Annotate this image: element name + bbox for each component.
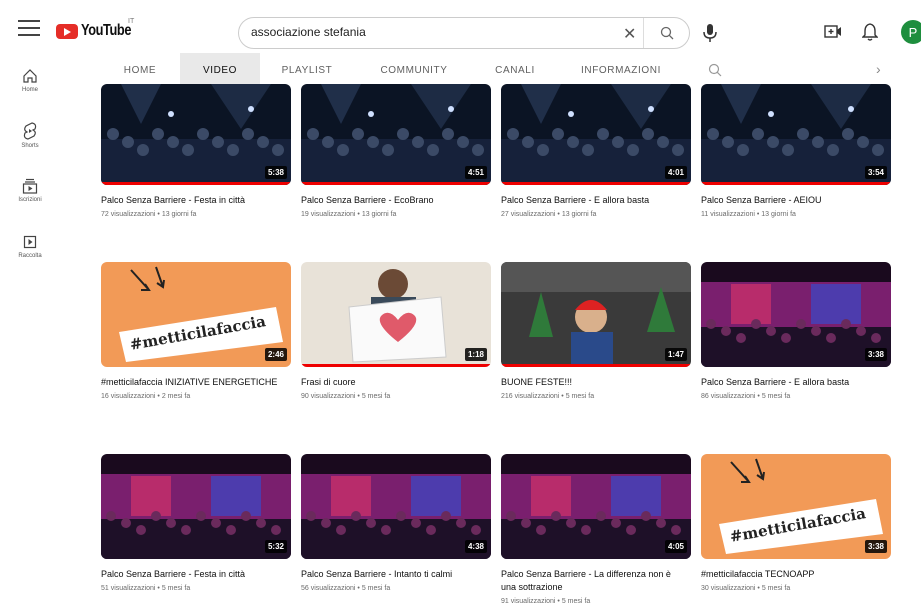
- watch-progress-bar: [501, 182, 691, 185]
- video-thumbnail[interactable]: 5:38: [101, 84, 291, 185]
- video-title[interactable]: #metticilafaccia TECNOAPP: [701, 568, 887, 581]
- channel-search-icon[interactable]: [708, 63, 722, 82]
- microphone-icon[interactable]: [700, 22, 720, 44]
- video-card[interactable]: #metticilafaccia 2:46 #metticilafaccia INI…: [101, 262, 291, 400]
- video-meta: 216 visualizzazioni • 5 mesi fa: [501, 393, 595, 400]
- sidebar-item-library[interactable]: Raccolta: [0, 234, 60, 259]
- video-title[interactable]: #metticilafaccia INIZIATIVE ENERGETICHE: [101, 376, 287, 389]
- video-duration: 5:32: [264, 540, 287, 553]
- video-duration: 3:38: [864, 348, 887, 361]
- video-thumbnail[interactable]: 5:32: [101, 454, 291, 559]
- subscriptions-icon: [22, 178, 38, 194]
- chevron-right-icon[interactable]: ›: [876, 61, 881, 77]
- video-card[interactable]: 4:05 Palco Senza Barriere - La differenza…: [501, 454, 691, 605]
- video-title[interactable]: Palco Senza Barriere - E allora basta: [501, 194, 687, 207]
- logo-text: YouTube: [81, 22, 132, 39]
- watch-progress-bar: [301, 364, 491, 367]
- video-title[interactable]: Frasi di cuore: [301, 376, 487, 389]
- notifications-bell-icon[interactable]: [861, 22, 879, 42]
- video-duration: 4:38: [464, 540, 487, 553]
- search-box: ✕: [238, 17, 690, 49]
- video-meta: 27 visualizzazioni • 13 giorni fa: [501, 211, 597, 218]
- video-duration: 2:46: [264, 348, 287, 361]
- video-card[interactable]: 4:38 Palco Senza Barriere - Intanto ti ca…: [301, 454, 491, 592]
- watch-progress-bar: [701, 182, 891, 185]
- sidebar-item-shorts[interactable]: Shorts: [0, 122, 60, 149]
- video-duration: 5:38: [264, 166, 287, 179]
- video-card[interactable]: 1:18 Frasi di cuore 90 visualizzazioni • 5…: [301, 262, 491, 400]
- watch-progress-bar: [301, 182, 491, 185]
- video-duration: 3:54: [864, 166, 887, 179]
- library-icon: [23, 235, 37, 249]
- video-meta: 56 visualizzazioni • 5 mesi fa: [301, 585, 391, 592]
- video-meta: 91 visualizzazioni • 5 mesi fa: [501, 598, 591, 605]
- video-title[interactable]: Palco Senza Barriere - EcoBrano: [301, 194, 487, 207]
- video-card[interactable]: 3:54 Palco Senza Barriere - AEIOU 11 visua…: [701, 84, 891, 218]
- top-bar: YouTube IT ✕ P: [0, 0, 921, 56]
- video-card[interactable]: 4:51 Palco Senza Barriere - EcoBrano 19 vi…: [301, 84, 491, 218]
- video-thumbnail[interactable]: 4:38: [301, 454, 491, 559]
- video-card[interactable]: 5:32 Palco Senza Barriere - Festa in citt…: [101, 454, 291, 592]
- sidebar-item-subscriptions[interactable]: Iscrizioni: [0, 178, 60, 203]
- video-duration: 3:38: [864, 540, 887, 553]
- sidebar-label-home: Home: [21, 87, 38, 93]
- home-icon: [23, 69, 37, 83]
- video-duration: 1:47: [664, 348, 687, 361]
- video-meta: 86 visualizzazioni • 5 mesi fa: [701, 393, 791, 400]
- account-avatar[interactable]: P: [901, 20, 921, 44]
- video-card[interactable]: 1:47 BUONE FESTE!!! 216 visualizzazioni • …: [501, 262, 691, 400]
- sidebar-label-subscriptions: Iscrizioni: [18, 197, 42, 203]
- video-thumbnail[interactable]: #metticilafaccia 2:46: [101, 262, 291, 367]
- sidebar-label-library: Raccolta: [18, 253, 42, 259]
- video-meta: 90 visualizzazioni • 5 mesi fa: [301, 393, 391, 400]
- video-duration: 1:18: [464, 348, 487, 361]
- video-thumbnail[interactable]: 3:54: [701, 84, 891, 185]
- menu-icon[interactable]: [18, 20, 40, 38]
- video-thumbnail[interactable]: 3:38: [701, 262, 891, 367]
- video-title[interactable]: Palco Senza Barriere - AEIOU: [701, 194, 887, 207]
- video-meta: 30 visualizzazioni • 5 mesi fa: [701, 585, 791, 592]
- video-meta: 16 visualizzazioni • 2 mesi fa: [101, 393, 191, 400]
- video-title[interactable]: Palco Senza Barriere - Intanto ti calmi: [301, 568, 487, 581]
- video-thumbnail[interactable]: 4:51: [301, 84, 491, 185]
- clear-search-icon[interactable]: ✕: [623, 24, 636, 44]
- video-title[interactable]: BUONE FESTE!!!: [501, 376, 687, 389]
- search-button[interactable]: [643, 18, 689, 48]
- logo-country-code: IT: [128, 18, 135, 25]
- video-card[interactable]: #metticilafaccia 3:38 #metticilafaccia TEC…: [701, 454, 891, 592]
- video-title[interactable]: Palco Senza Barriere - La differenza non…: [501, 568, 687, 594]
- video-meta: 11 visualizzazioni • 13 giorni fa: [701, 211, 796, 218]
- sidebar-item-home[interactable]: Home: [0, 68, 60, 93]
- video-meta: 19 visualizzazioni • 13 giorni fa: [301, 211, 397, 218]
- video-card[interactable]: 5:38 Palco Senza Barriere - Festa in citt…: [101, 84, 291, 218]
- video-meta: 51 visualizzazioni • 5 mesi fa: [101, 585, 191, 592]
- create-video-icon[interactable]: [824, 24, 842, 40]
- video-thumbnail[interactable]: 4:01: [501, 84, 691, 185]
- video-meta: 72 visualizzazioni • 13 giorni fa: [101, 211, 197, 218]
- play-logo-icon: [56, 23, 78, 39]
- video-title[interactable]: Palco Senza Barriere - Festa in città: [101, 194, 287, 207]
- watch-progress-bar: [101, 182, 291, 185]
- video-thumbnail[interactable]: 1:18: [301, 262, 491, 367]
- search-input[interactable]: [251, 25, 611, 39]
- search-icon: [660, 26, 673, 40]
- video-card[interactable]: 3:38 Palco Senza Barriere - E allora bast…: [701, 262, 891, 400]
- video-title[interactable]: Palco Senza Barriere - E allora basta: [701, 376, 887, 389]
- video-duration: 4:51: [464, 166, 487, 179]
- video-thumbnail[interactable]: 1:47: [501, 262, 691, 367]
- shorts-icon: [23, 122, 37, 140]
- video-duration: 4:01: [664, 166, 687, 179]
- video-title[interactable]: Palco Senza Barriere - Festa in città: [101, 568, 287, 581]
- video-duration: 4:05: [664, 540, 687, 553]
- video-thumbnail[interactable]: 4:05: [501, 454, 691, 559]
- video-thumbnail[interactable]: #metticilafaccia 3:38: [701, 454, 891, 559]
- mini-sidebar: Home Shorts Iscrizioni Raccolta: [0, 56, 60, 613]
- watch-progress-bar: [501, 364, 691, 367]
- sidebar-label-shorts: Shorts: [21, 143, 39, 149]
- video-card[interactable]: 4:01 Palco Senza Barriere - E allora bast…: [501, 84, 691, 218]
- youtube-logo[interactable]: YouTube IT: [56, 18, 144, 40]
